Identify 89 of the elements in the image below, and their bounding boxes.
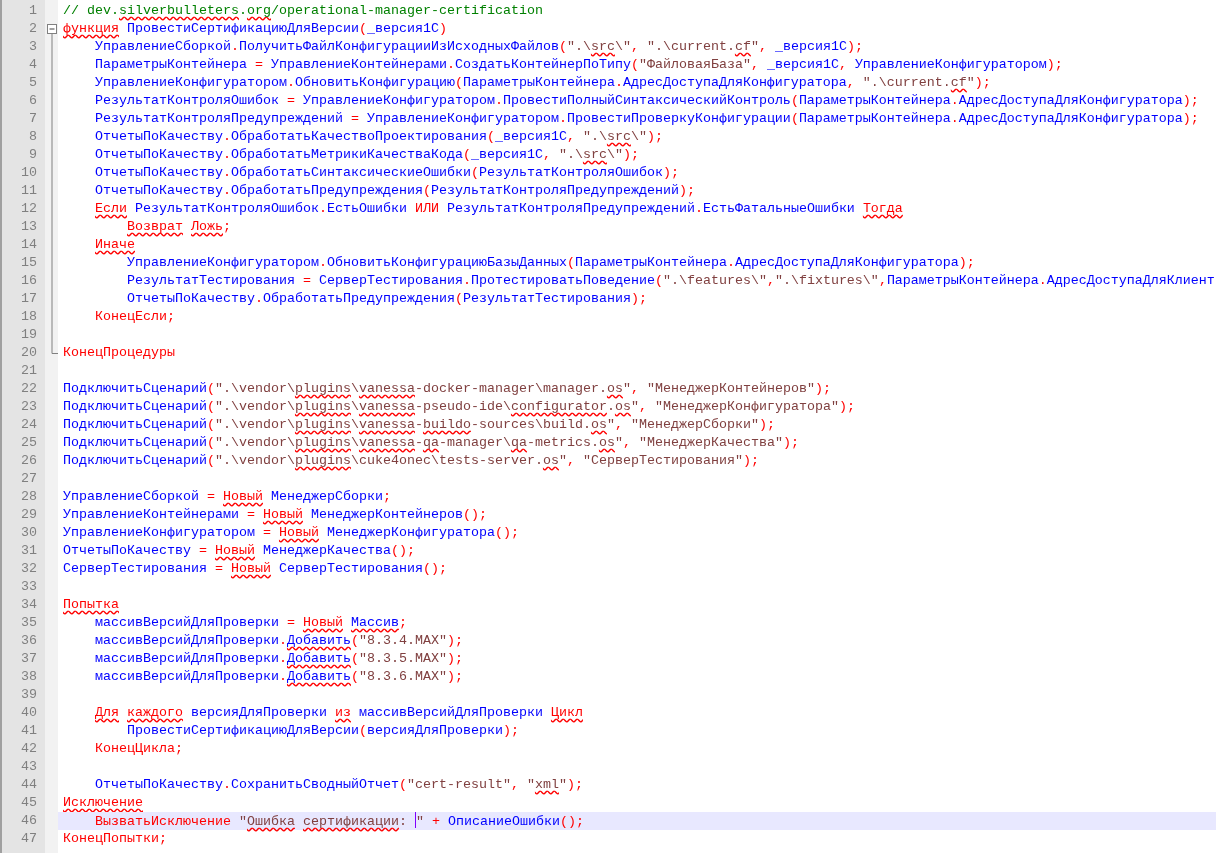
code-line: КонецПопытки; [63, 831, 167, 846]
line-number: 36 [21, 633, 37, 648]
code-line: ОтчетыПоКачеству.СохранитьСводныйОтчет("cert-result", "xml"); [94, 777, 583, 792]
code-line: Попытка [63, 597, 119, 612]
code-line: УправлениеКонтейнерами = Новый МенеджерКонтейнеров(); [63, 507, 487, 522]
line-number: 33 [21, 579, 37, 594]
code-line: ОтчетыПоКачеству.ОбработатьПредупреждения(РезультатКонтроляПредупреждений); [94, 183, 695, 198]
code-line: УправлениеСборкой = Новый МенеджерСборки; [63, 489, 391, 504]
line-number: 31 [21, 543, 37, 558]
line-number: 8 [29, 129, 37, 144]
line-number: 25 [21, 435, 37, 450]
line-number: 17 [21, 291, 37, 306]
text-cursor [414, 812, 416, 828]
code-line: РезультатКонтроляПредупреждений = УправлениеКонфигуратором.ПровестиПроверкуКонфигурации(ПараметрыКонтейнера.АдресДоступаДляКонфигуратора); [94, 111, 1199, 126]
line-number: 37 [21, 651, 37, 666]
line-number: 4 [29, 57, 37, 72]
line-number: 42 [21, 741, 37, 756]
code-line: Для каждого версияДляПроверки из массивВерсийДляПроверки Цикл [94, 705, 583, 720]
line-number: 27 [21, 471, 37, 486]
line-number: 39 [21, 687, 37, 702]
line-number: 41 [21, 723, 37, 738]
line-number: 3 [29, 39, 37, 54]
code-line: массивВерсийДляПроверки = Новый Массив; [94, 615, 407, 630]
code-line: ПодключитьСценарий(".\vendor\plugins\cuke4onec\tests-server.os", "СерверТестирования"); [63, 453, 759, 468]
line-number: 5 [29, 75, 37, 90]
code-line: ОтчетыПоКачеству.ОбработатьСинтаксическиеОшибки(РезультатКонтроляОшибок); [94, 165, 679, 180]
line-number: 44 [21, 777, 37, 792]
code-line: Если РезультатКонтроляОшибок.ЕстьОшибки ИЛИ РезультатКонтроляПредупреждений.ЕстьФатальныеОшибки Тогда [94, 201, 903, 216]
line-number: 28 [21, 489, 37, 504]
line-number: 46 [21, 813, 37, 828]
line-number: 16 [21, 273, 37, 288]
line-number: 47 [21, 831, 37, 846]
code-line: функция ПровестиСертификациюДляВерсии(_версия1С) [63, 21, 447, 36]
line-number: 14 [21, 237, 37, 252]
code-line: // dev.silverbulleters.org/operational-manager-certification [63, 3, 543, 18]
code-line: ПараметрыКонтейнера = УправлениеКонтейнерами.СоздатьКонтейнерПоТипу("ФайловаяБаза", _версия1С, УправлениеКонфигуратором); [94, 57, 1063, 72]
code-line: ПровестиСертификациюДляВерсии(версияДляПроверки); [126, 723, 519, 738]
line-number: 24 [21, 417, 37, 432]
line-number: 26 [21, 453, 37, 468]
code-line: УправлениеКонфигуратором = Новый МенеджерКонфигуратора(); [63, 525, 519, 540]
code-line: ОтчетыПоКачеству = Новый МенеджерКачества(); [63, 543, 415, 558]
line-number: 2 [29, 21, 37, 36]
line-number: 22 [21, 381, 37, 396]
line-number: 18 [21, 309, 37, 324]
line-number: 21 [21, 363, 37, 378]
code-line: РезультатТестирования = СерверТестирования.ПротестироватьПоведение(".\features\",".\fixtures\",ПараметрыКонтейнера.АдресДоступаДляКлиент [126, 273, 1215, 288]
line-number: 29 [21, 507, 37, 522]
code-line: РезультатКонтроляОшибок = УправлениеКонфигуратором.ПровестиПолныйСинтаксическийКонтроль(ПараметрыКонтейнера.АдресДоступаДляКонфигуратора); [94, 93, 1199, 108]
code-line: ПодключитьСценарий(".\vendor\plugins\vanessa-docker-manager\manager.os", "МенеджерКонтейнеров"); [63, 381, 831, 396]
line-number: 30 [21, 525, 37, 540]
code-line: массивВерсийДляПроверки.Добавить("8.3.5.MAX"); [94, 651, 463, 666]
code-line: ОтчетыПоКачеству.ОбработатьПредупреждения(РезультатТестирования); [126, 291, 647, 306]
code-line: ОтчетыПоКачеству.ОбработатьКачествоПроектирования(_версия1С, ".\src\"); [94, 129, 663, 144]
line-number: 38 [21, 669, 37, 684]
code-line: Исключение [63, 795, 143, 810]
code-line: ПодключитьСценарий(".\vendor\plugins\vanessa-buildo-sources\build.os", "МенеджерСборки"); [63, 417, 775, 432]
line-number: 45 [21, 795, 37, 810]
line-number: 43 [21, 759, 37, 774]
code-line: ПодключитьСценарий(".\vendor\plugins\vanessa-qa-manager\qa-metrics.os", "МенеджерКачества"); [63, 435, 799, 450]
line-number: 23 [21, 399, 37, 414]
line-number: 11 [21, 183, 37, 198]
line-number: 40 [21, 705, 37, 720]
code-line: массивВерсийДляПроверки.Добавить("8.3.4.MAX"); [94, 633, 463, 648]
code-line: УправлениеКонфигуратором.ОбновитьКонфигурацию(ПараметрыКонтейнера.АдресДоступаДляКонфигуратора, ".\current.cf"); [94, 75, 991, 90]
code-line: СерверТестирования = Новый СерверТестирования(); [63, 561, 447, 576]
code-line: массивВерсийДляПроверки.Добавить("8.3.6.MAX"); [94, 669, 463, 684]
code-line: Иначе [94, 237, 135, 252]
code-line: ОтчетыПоКачеству.ОбработатьМетрикиКачестваКода(_версия1С, ".\src\"); [94, 147, 639, 162]
line-number: 19 [21, 327, 37, 342]
code-line: УправлениеКонфигуратором.ОбновитьКонфигурациюБазыДанных(ПараметрыКонтейнера.АдресДоступаДляКонфигуратора); [126, 255, 975, 270]
line-number: 35 [21, 615, 37, 630]
line-number: 9 [29, 147, 37, 162]
line-number: 1 [29, 3, 37, 18]
line-number: 10 [21, 165, 37, 180]
line-number: 7 [29, 111, 37, 126]
line-number: 13 [21, 219, 37, 234]
code-line: ВызватьИсключение "Ошибка сертификации: " + ОписаниеОшибки(); [94, 814, 584, 829]
line-number: 12 [21, 201, 37, 216]
code-line: Возврат Ложь; [126, 219, 231, 234]
code-line: ПодключитьСценарий(".\vendor\plugins\vanessa-pseudo-ide\configurator.os", "МенеджерКонфигуратора"); [63, 399, 855, 414]
line-number: 15 [21, 255, 37, 270]
code-line: КонецЦикла; [94, 741, 183, 756]
line-number: 20 [21, 345, 37, 360]
code-line: УправлениеСборкой.ПолучитьФайлКонфигурацииИзИсходныхФайлов(".\src\", ".\current.cf", _версия1С); [94, 39, 863, 54]
code-line: КонецЕсли; [94, 309, 175, 324]
code-line: КонецПроцедуры [63, 345, 175, 360]
line-number: 32 [21, 561, 37, 576]
line-number: 34 [21, 597, 37, 612]
line-number: 6 [29, 93, 37, 108]
